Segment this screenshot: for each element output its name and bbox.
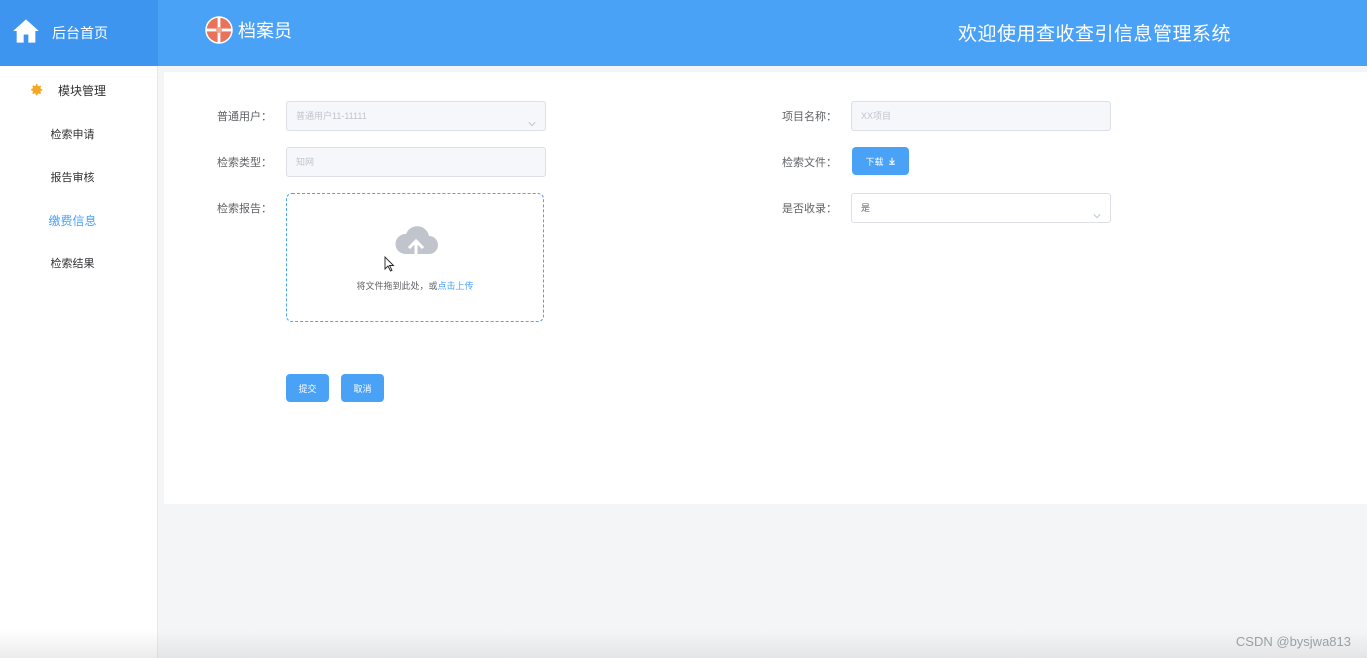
sidebar-item-search-result[interactable]: 检索结果 [0, 243, 157, 286]
cancel-button[interactable]: 取消 [341, 374, 384, 402]
home-link[interactable]: 后台首页 [0, 0, 158, 66]
home-icon [12, 17, 40, 50]
sidebar-item-report-review[interactable]: 报告审核 [0, 157, 157, 200]
gear-icon [30, 83, 44, 97]
download-icon [888, 157, 895, 165]
user-label: 普通用户： [217, 111, 272, 123]
welcome-title: 欢迎使用查收查引信息管理系统 [958, 24, 1232, 45]
sidebar-item-payment-info[interactable]: 缴费信息 [0, 200, 157, 243]
upload-dropzone[interactable]: 将文件拖到此处，或点击上传 [286, 193, 544, 322]
top-header: 后台首页 档案员 欢迎使用查收查引信息管理系统 [0, 0, 1367, 66]
project-placeholder: XX项目 [861, 111, 892, 121]
download-button[interactable]: 下载 [852, 147, 909, 175]
included-select-value: 是 [861, 203, 871, 213]
mouse-cursor-icon [384, 255, 395, 272]
sidebar: 模块管理 检索申请 报告审核 缴费信息 检索结果 [0, 66, 158, 658]
sidebar-group-module[interactable]: 模块管理 [0, 66, 157, 114]
included-select[interactable]: 是 [851, 193, 1111, 223]
search-type-placeholder: 知网 [296, 157, 315, 167]
watermark: CSDN @bysjwa813 [1235, 634, 1351, 649]
brand: 档案员 [205, 15, 292, 45]
chevron-down-icon [1093, 203, 1101, 219]
cloud-upload-icon [393, 222, 439, 262]
search-type-input[interactable]: 知网 [286, 147, 546, 177]
sidebar-item-search-apply[interactable]: 检索申请 [0, 114, 157, 157]
project-input[interactable]: XX项目 [851, 101, 1111, 131]
form-panel: 普通用户： 普通用户11-11111 项目名称： XX项目 检索类型： 知网 检… [164, 72, 1367, 504]
upload-hint: 将文件拖到此处，或点击上传 [287, 279, 543, 292]
report-label: 检索报告： [217, 203, 272, 215]
sidebar-group-label: 模块管理 [58, 83, 107, 98]
user-select[interactable]: 普通用户11-11111 [286, 101, 546, 131]
bottom-shade [0, 630, 1367, 658]
upload-hint-text: 将文件拖到此处，或 [356, 281, 438, 291]
home-label: 后台首页 [52, 25, 108, 41]
download-button-label: 下载 [865, 156, 884, 167]
search-type-label: 检索类型： [217, 157, 272, 169]
chevron-down-icon [528, 111, 536, 127]
user-select-value: 普通用户11-11111 [296, 111, 367, 121]
brand-name: 档案员 [238, 21, 292, 41]
search-file-label: 检索文件： [782, 157, 837, 169]
logo-icon [205, 16, 233, 44]
upload-link[interactable]: 点击上传 [438, 281, 474, 291]
included-label: 是否收录： [782, 203, 837, 215]
project-label: 项目名称： [782, 111, 837, 123]
submit-button[interactable]: 提交 [286, 374, 329, 402]
